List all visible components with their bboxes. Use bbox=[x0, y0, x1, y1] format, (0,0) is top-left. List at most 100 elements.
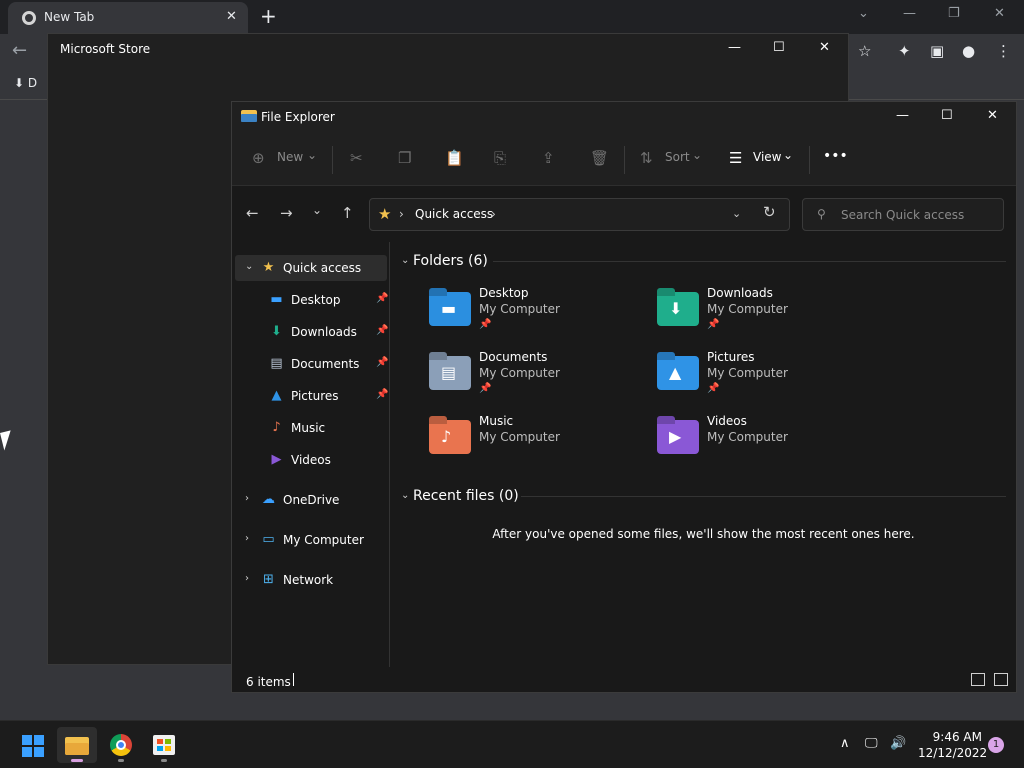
store-minimize-button[interactable]: — bbox=[728, 40, 741, 55]
sidebar-item-pictures[interactable]: ▲ Pictures 📌 bbox=[235, 383, 389, 409]
show-hidden-icons-chevron-icon[interactable]: ∧ bbox=[840, 736, 850, 751]
folder-tile-documents[interactable]: ▤ Documents My Computer 📌 bbox=[429, 350, 649, 406]
folder-tile-downloads[interactable]: ⬇ Downloads My Computer 📌 bbox=[657, 286, 877, 342]
search-icon: ⚲ bbox=[817, 207, 826, 221]
expand-chevron-icon[interactable]: › bbox=[245, 493, 249, 504]
refresh-icon[interactable]: ↻ bbox=[763, 203, 776, 221]
folder-tile-pictures[interactable]: ▲ Pictures My Computer 📌 bbox=[657, 350, 877, 406]
store-close-button[interactable]: ✕ bbox=[819, 40, 830, 55]
expand-chevron-icon[interactable]: ⌄ bbox=[245, 261, 253, 272]
chrome-tab-search-icon[interactable]: ⌄ bbox=[858, 6, 869, 21]
bookmark-star-icon[interactable]: ☆ bbox=[858, 42, 871, 60]
taskbar-file-explorer[interactable] bbox=[57, 727, 97, 763]
extensions-icon[interactable]: ✦ bbox=[898, 42, 911, 60]
network-status-icon[interactable]: 🖵 bbox=[865, 736, 878, 751]
details-view-icon[interactable] bbox=[971, 673, 985, 686]
new-button[interactable]: New bbox=[277, 150, 303, 164]
explorer-minimize-button[interactable]: — bbox=[896, 108, 909, 123]
search-box[interactable]: ⚲ bbox=[802, 198, 1004, 231]
chrome-tab-close-icon[interactable]: ✕ bbox=[226, 9, 237, 24]
sidebar-item-label: Pictures bbox=[291, 389, 339, 403]
more-options-icon[interactable]: ••• bbox=[823, 148, 848, 164]
back-arrow-icon[interactable]: ← bbox=[246, 204, 259, 222]
chrome-restore-button[interactable]: ❐ bbox=[948, 6, 960, 21]
chrome-menu-icon[interactable]: ⋮ bbox=[996, 42, 1011, 60]
chrome-back-button[interactable]: ← bbox=[12, 40, 27, 61]
documents-folder-icon: ▤ bbox=[429, 356, 471, 390]
clock-date[interactable]: 12/12/2022 bbox=[918, 746, 987, 760]
taskbar-chrome[interactable] bbox=[101, 727, 141, 763]
tiles-view-icon[interactable] bbox=[994, 673, 1008, 686]
recent-locations-icon[interactable]: ⌄ bbox=[312, 203, 322, 217]
breadcrumb-quick-access[interactable]: Quick access bbox=[415, 207, 493, 221]
delete-icon[interactable]: 🗑 bbox=[590, 149, 609, 167]
collapse-chevron-icon[interactable]: ⌄ bbox=[401, 255, 409, 266]
explorer-close-button[interactable]: ✕ bbox=[987, 108, 998, 123]
notification-badge[interactable]: 1 bbox=[988, 737, 1004, 753]
breadcrumb-chevron-icon[interactable]: › bbox=[491, 207, 496, 221]
address-bar[interactable]: ★ › Quick access › ⌄ bbox=[369, 198, 790, 231]
collapse-chevron-icon[interactable]: ⌄ bbox=[401, 490, 409, 501]
view-button[interactable]: View bbox=[753, 150, 781, 164]
downloads-folder-icon: ⬇ bbox=[657, 292, 699, 326]
start-button[interactable] bbox=[12, 727, 52, 763]
sidebar-item-music[interactable]: ♪ Music bbox=[235, 415, 387, 441]
clock-time[interactable]: 9:46 AM bbox=[930, 730, 982, 744]
pin-icon: 📌 bbox=[376, 357, 389, 368]
profile-icon[interactable]: ● bbox=[962, 42, 975, 60]
store-maximize-button[interactable]: ☐ bbox=[773, 40, 785, 55]
sidebar-item-documents[interactable]: ▤ Documents 📌 bbox=[235, 351, 389, 377]
desktop-folder-icon: ▬ bbox=[429, 292, 471, 326]
breadcrumb-chevron-icon[interactable]: › bbox=[399, 207, 404, 221]
sidebar-item-videos[interactable]: ▶ Videos bbox=[235, 447, 387, 473]
chrome-close-button[interactable]: ✕ bbox=[994, 6, 1005, 21]
recent-files-section-title[interactable]: Recent files (0) bbox=[413, 488, 519, 504]
pictures-folder-icon: ▲ bbox=[657, 356, 699, 390]
chrome-minimize-button[interactable]: — bbox=[903, 6, 916, 21]
sidebar-item-onedrive[interactable]: › ☁ OneDrive bbox=[235, 487, 387, 513]
search-input[interactable] bbox=[841, 206, 996, 224]
address-dropdown-icon[interactable]: ⌄ bbox=[732, 207, 741, 220]
volume-icon[interactable]: 🔊 bbox=[890, 736, 906, 751]
sort-chevron-icon[interactable]: ⌄ bbox=[692, 148, 702, 162]
status-bar: 6 items bbox=[232, 667, 1016, 692]
bookmark-item[interactable]: ⬇ D bbox=[14, 76, 37, 90]
chrome-tab-new-tab[interactable]: New Tab ✕ bbox=[8, 2, 248, 34]
expand-chevron-icon[interactable]: › bbox=[245, 533, 249, 544]
folder-tile-videos[interactable]: ▶ Videos My Computer bbox=[657, 414, 877, 470]
pin-icon: 📌 bbox=[707, 383, 720, 394]
sidebar-item-desktop[interactable]: ▬ Desktop 📌 bbox=[235, 287, 388, 313]
explorer-titlebar[interactable]: File Explorer — ☐ ✕ bbox=[232, 102, 1016, 132]
sidebar-item-downloads[interactable]: ⬇ Downloads 📌 bbox=[235, 319, 388, 345]
rename-icon[interactable]: ⎘ bbox=[494, 149, 506, 167]
copy-icon[interactable]: ❐ bbox=[398, 149, 411, 167]
sort-button[interactable]: Sort bbox=[665, 150, 690, 164]
new-icon: ⊕ bbox=[252, 149, 265, 167]
share-icon[interactable]: ⇪ bbox=[542, 149, 555, 167]
picture-icon: ▲ bbox=[271, 388, 282, 403]
sidebar-item-my-computer[interactable]: › ▭ My Computer bbox=[235, 527, 387, 553]
sidebar-item-network[interactable]: › ⊞ Network bbox=[235, 567, 387, 593]
view-chevron-icon[interactable]: ⌄ bbox=[783, 148, 793, 162]
folders-section-title[interactable]: Folders (6) bbox=[413, 253, 488, 269]
chrome-new-tab-button[interactable]: + bbox=[260, 4, 277, 28]
side-panel-icon[interactable]: ▣ bbox=[930, 42, 944, 60]
windows-logo-icon bbox=[22, 735, 44, 757]
sidebar-item-quick-access[interactable]: ⌄ ★ Quick access bbox=[235, 255, 387, 281]
command-bar: ⊕ New ⌄ ✂ ❐ 📋 ⎘ ⇪ 🗑 ⇅ Sort ⌄ ☰ View ⌄ ••… bbox=[232, 132, 1016, 186]
new-chevron-icon[interactable]: ⌄ bbox=[307, 148, 317, 162]
videos-folder-icon: ▶ bbox=[657, 420, 699, 454]
forward-arrow-icon[interactable]: → bbox=[280, 204, 293, 222]
cmd-separator bbox=[809, 146, 810, 174]
expand-chevron-icon[interactable]: › bbox=[245, 573, 249, 584]
explorer-maximize-button[interactable]: ☐ bbox=[941, 108, 953, 123]
taskbar-microsoft-store[interactable] bbox=[144, 727, 184, 763]
chrome-tab-title: New Tab bbox=[44, 10, 95, 24]
download-icon: ⬇ bbox=[271, 324, 282, 339]
paste-icon[interactable]: 📋 bbox=[445, 149, 464, 167]
folder-tile-desktop[interactable]: ▬ Desktop My Computer 📌 bbox=[429, 286, 649, 342]
up-arrow-icon[interactable]: ↑ bbox=[341, 204, 354, 222]
folder-tile-music[interactable]: ♪ Music My Computer bbox=[429, 414, 649, 470]
music-glyph-icon: ♪ bbox=[441, 427, 452, 446]
cut-icon[interactable]: ✂ bbox=[350, 149, 363, 167]
